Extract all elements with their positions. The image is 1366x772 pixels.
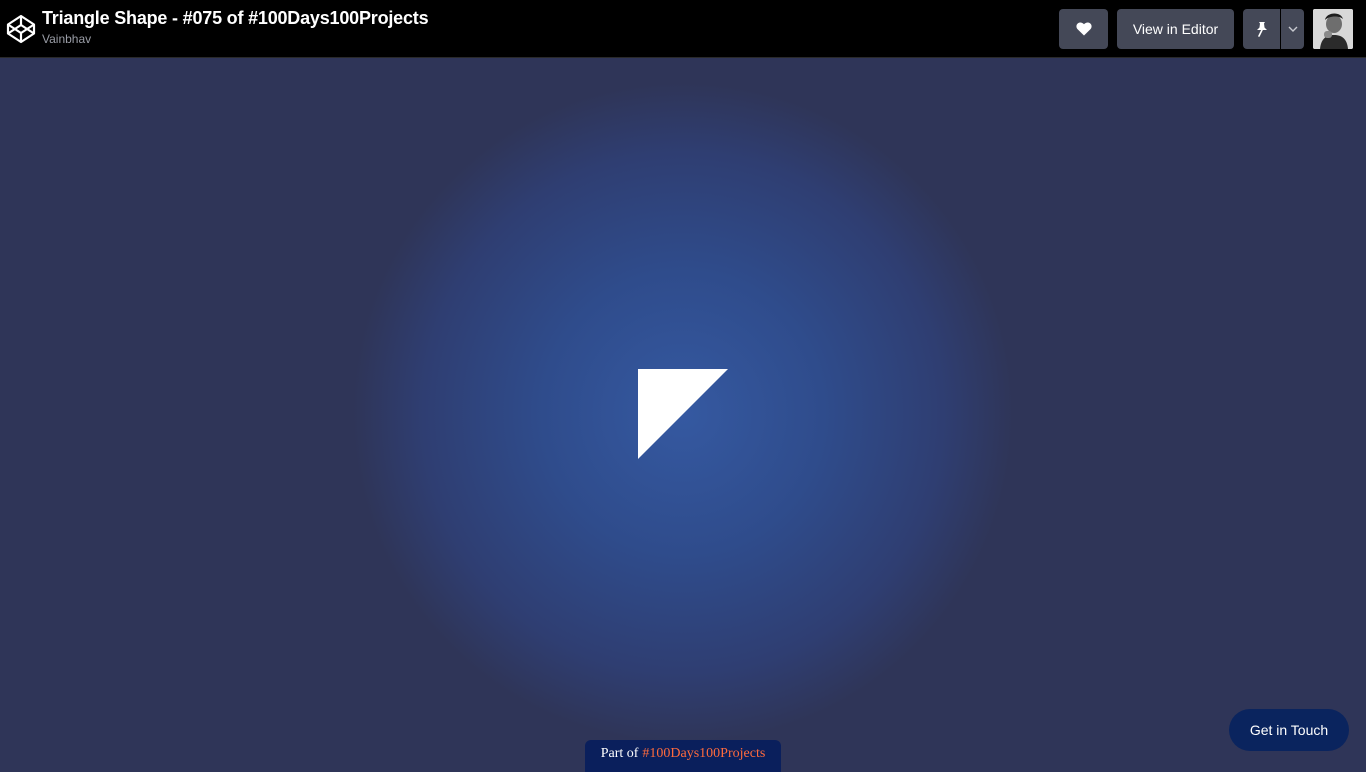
love-button[interactable] — [1059, 9, 1108, 49]
pin-button[interactable] — [1243, 9, 1280, 49]
part-of-banner: Part of #100Days100Projects — [585, 740, 781, 772]
view-in-editor-button[interactable]: View in Editor — [1117, 9, 1234, 49]
part-of-prefix: Part of — [600, 746, 639, 761]
triangle-shape — [638, 369, 728, 459]
project-link[interactable]: #100Days100Projects — [642, 746, 765, 762]
heart-icon — [1075, 22, 1092, 36]
pen-author[interactable]: Vainbhav — [42, 32, 91, 46]
codepen-logo-icon[interactable] — [6, 14, 36, 44]
pin-dropdown-button[interactable] — [1281, 9, 1304, 49]
user-avatar[interactable] — [1313, 9, 1353, 49]
top-bar: Triangle Shape - #075 of #100Days100Proj… — [0, 0, 1366, 58]
get-in-touch-button[interactable]: Get in Touch — [1229, 709, 1349, 751]
chevron-down-icon — [1288, 26, 1297, 32]
pin-icon — [1256, 22, 1267, 37]
avatar-icon — [1313, 9, 1353, 49]
pen-title: Triangle Shape - #075 of #100Days100Proj… — [42, 8, 429, 28]
